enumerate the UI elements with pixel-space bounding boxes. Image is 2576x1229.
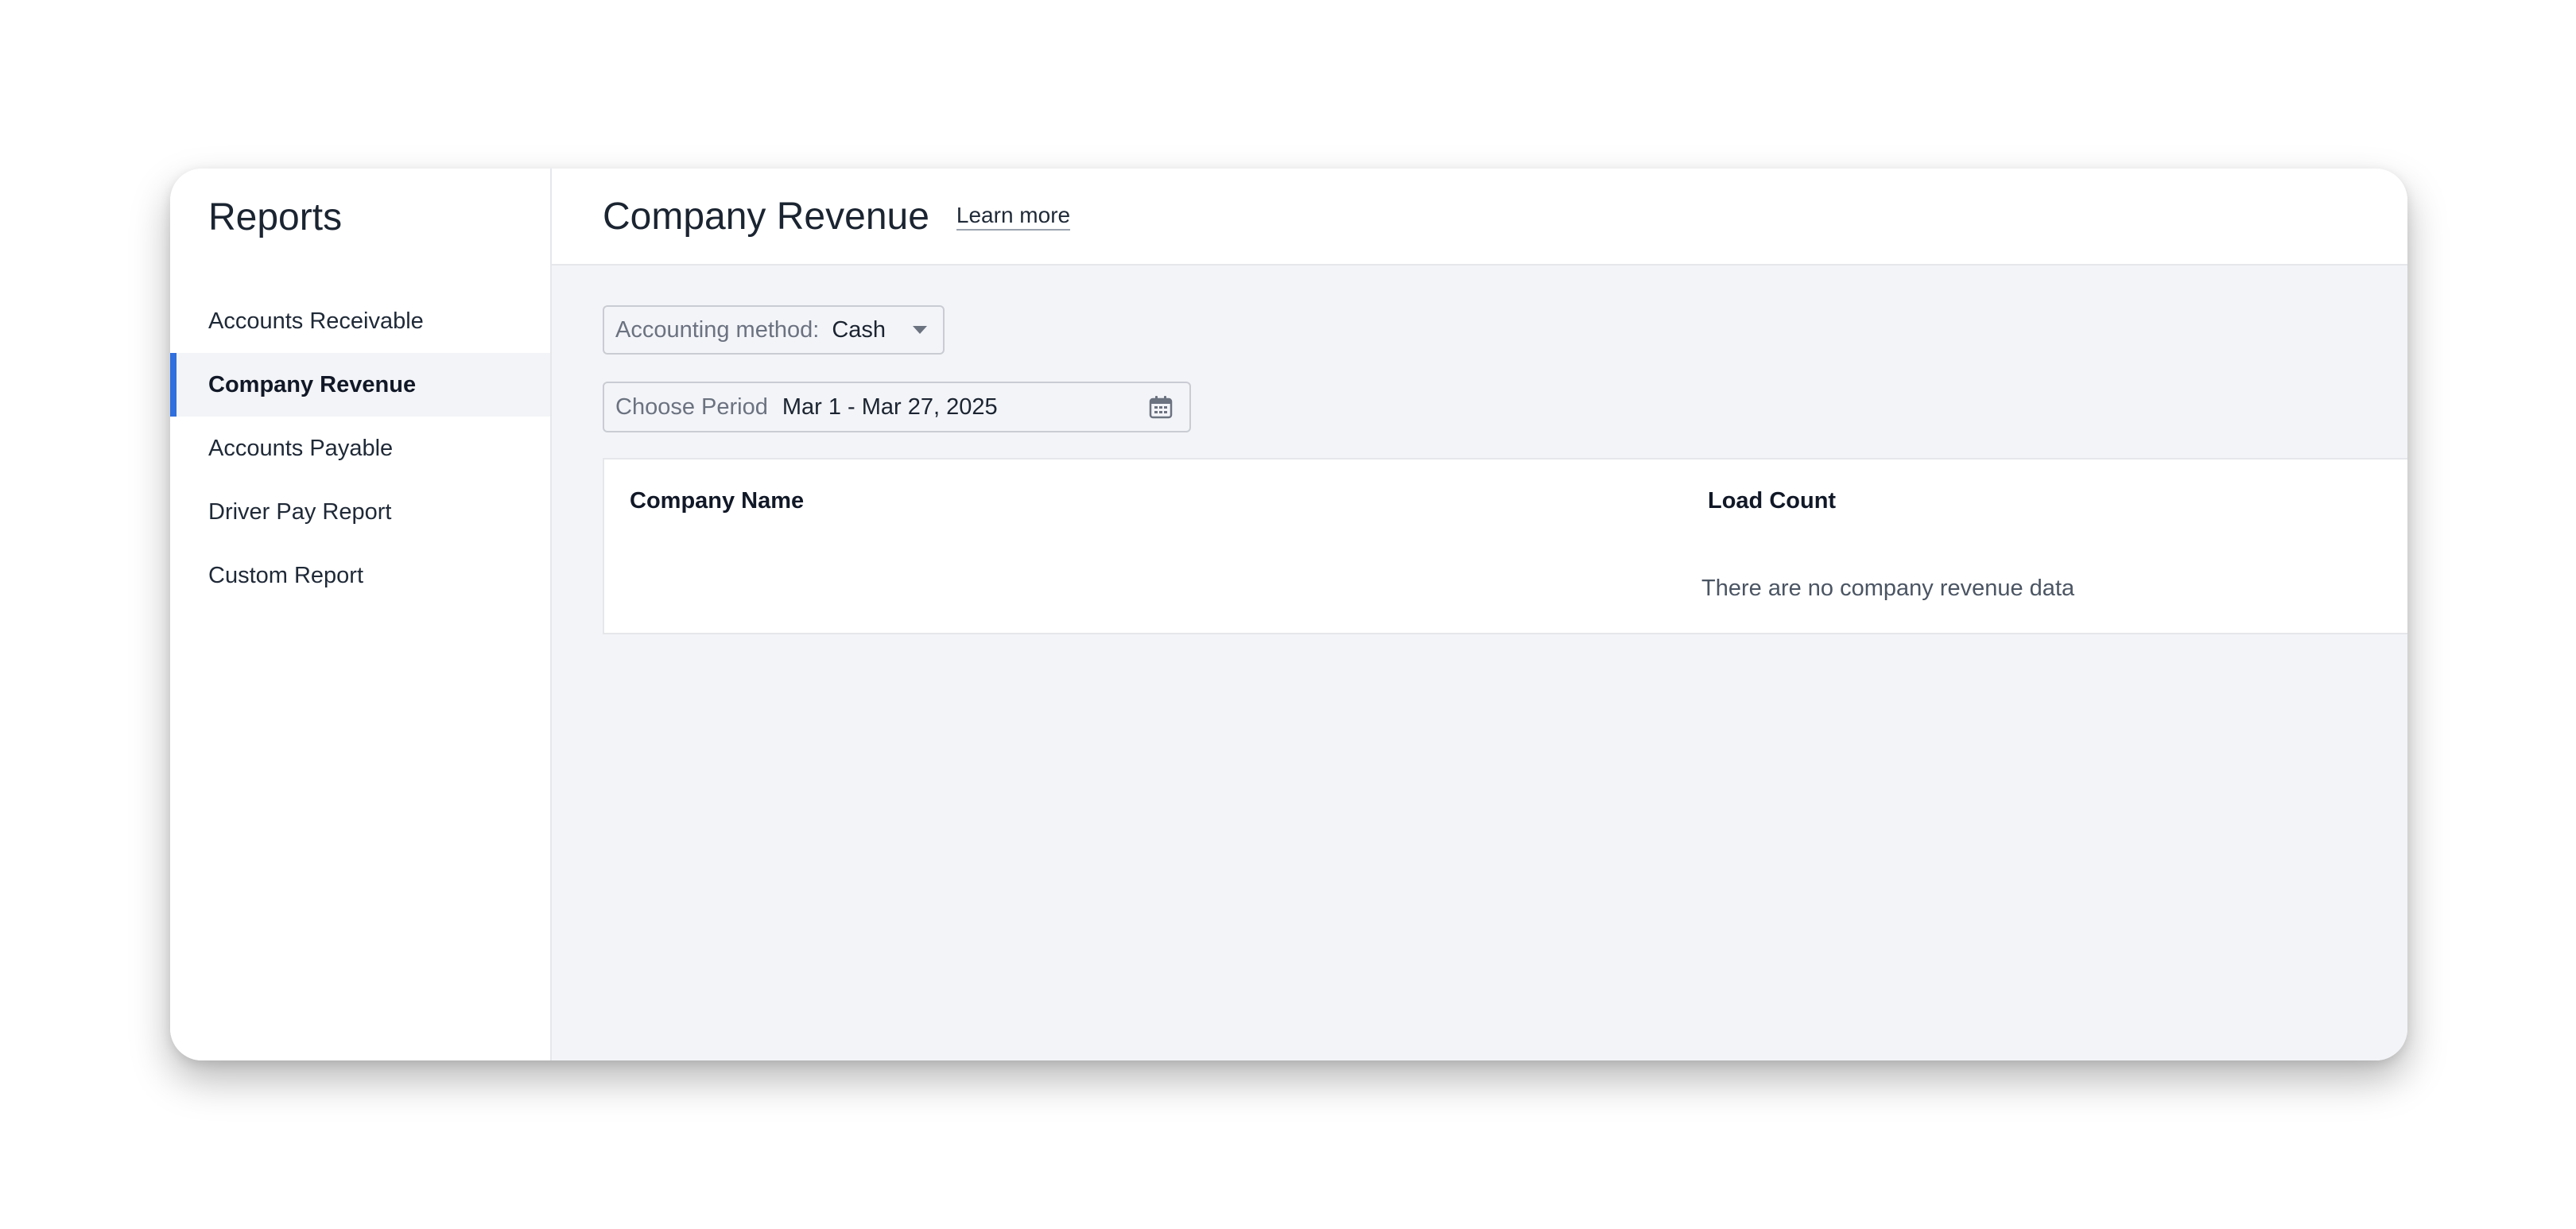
sidebar-nav: Accounts Receivable Company Revenue Acco… <box>170 289 550 607</box>
sidebar-item-driver-pay-report[interactable]: Driver Pay Report <box>170 480 550 544</box>
calendar-icon[interactable] <box>1148 394 1174 420</box>
sidebar-item-accounts-payable[interactable]: Accounts Payable <box>170 417 550 480</box>
page-title: Company Revenue <box>603 195 929 238</box>
period-label: Choose Period <box>615 394 768 420</box>
page-header: Company Revenue Learn more <box>552 169 2407 266</box>
table-header: Company Name Load Count <box>604 459 2407 547</box>
sidebar-title: Reports <box>208 196 343 238</box>
sidebar: Reports Accounts Receivable Company Reve… <box>170 169 552 1060</box>
sidebar-item-company-revenue[interactable]: Company Revenue <box>170 353 550 417</box>
chevron-down-icon <box>913 326 928 334</box>
empty-state-message: There are no company revenue data <box>1701 576 2075 601</box>
filter-controls: Accounting method: Cash Choose Period Ma… <box>552 266 2407 432</box>
reports-window: Reports Accounts Receivable Company Reve… <box>170 169 2407 1060</box>
column-header-company-name[interactable]: Company Name <box>630 488 804 514</box>
column-header-load-count[interactable]: Load Count <box>1708 488 1836 514</box>
sidebar-item-custom-report[interactable]: Custom Report <box>170 544 550 607</box>
sidebar-item-accounts-receivable[interactable]: Accounts Receivable <box>170 289 550 353</box>
accounting-method-value: Cash <box>832 316 886 343</box>
accounting-method-label: Accounting method: <box>615 316 820 343</box>
period-value: Mar 1 - Mar 27, 2025 <box>782 394 998 420</box>
accounting-method-select[interactable]: Accounting method: Cash <box>603 305 945 355</box>
main-content: Company Revenue Learn more Accounting me… <box>552 169 2407 1060</box>
period-picker[interactable]: Choose Period Mar 1 - Mar 27, 2025 <box>603 382 1191 432</box>
revenue-table: Company Name Load Count There are no com… <box>603 458 2407 634</box>
learn-more-link[interactable]: Learn more <box>956 203 1071 231</box>
